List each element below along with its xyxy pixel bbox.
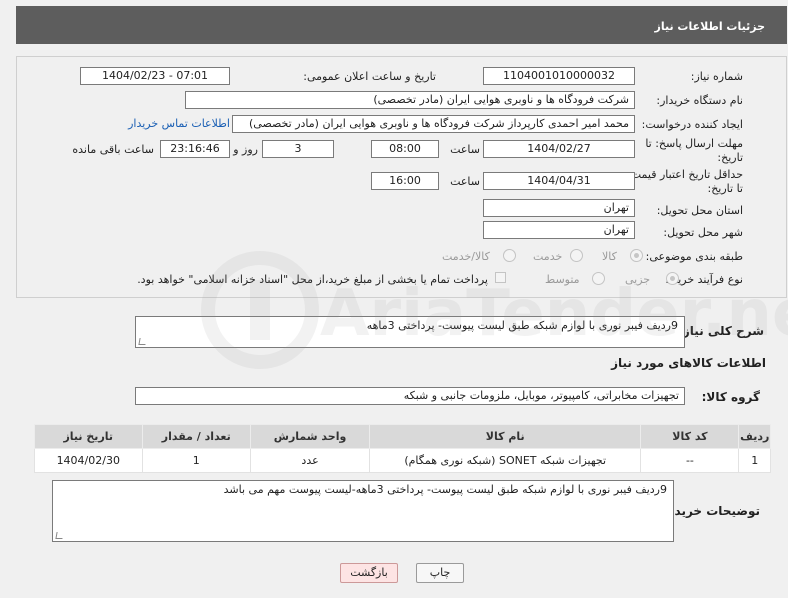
announce-label: تاریخ و ساعت اعلان عمومی: xyxy=(303,70,436,83)
category-label: طبقه بندی موضوعی: xyxy=(645,250,743,263)
col-qty: تعداد / مقدار xyxy=(141,424,252,449)
goods-group-label: گروه کالا: xyxy=(701,390,760,404)
validity-date-label: تا تاریخ: xyxy=(707,182,743,195)
table-header-row: ردیف کد کالا نام کالا واحد شمارش تعداد /… xyxy=(34,424,771,449)
summary-text: 9ردیف فیبر نوری با لوازم شبکه طبق لیست پ… xyxy=(366,319,678,332)
process-minor-label: جزیی xyxy=(625,273,651,286)
category-goods-service-radio[interactable] xyxy=(503,249,516,262)
province-label: استان محل تحویل: xyxy=(656,204,743,217)
province-field: تهران xyxy=(483,199,635,217)
deadline-time-label: ساعت xyxy=(450,143,480,156)
cell-code: -- xyxy=(640,448,740,473)
validity-label: حداقل تاریخ اعتبار قیمت: xyxy=(627,168,743,181)
print-button[interactable]: چاپ xyxy=(416,563,464,583)
page-header: جزئیات اطلاعات نیاز xyxy=(16,6,787,44)
resize-handle[interactable] xyxy=(138,338,147,345)
table-row: 1 -- تجهیزات شبکه SONET (شبکه نوری همگام… xyxy=(34,448,771,473)
treasury-checkbox[interactable] xyxy=(495,272,506,283)
deadline-label: مهلت ارسال پاسخ: تا xyxy=(645,137,743,150)
col-row: ردیف xyxy=(738,424,771,449)
buyer-org-field: شرکت فرودگاه ها و ناوبری هوایی ایران (ما… xyxy=(185,91,635,109)
summary-label: شرح کلی نیاز: xyxy=(678,324,764,338)
process-minor-radio[interactable] xyxy=(666,272,679,285)
validity-time-field: 16:00 xyxy=(371,172,439,190)
cell-row: 1 xyxy=(738,448,771,473)
days-field: 3 xyxy=(262,140,334,158)
cell-name: تجهیزات شبکه SONET (شبکه نوری همگام) xyxy=(369,448,642,473)
payment-note: پرداخت تمام یا بخشی از مبلغ خرید،از محل … xyxy=(137,273,488,286)
announce-field: 1404/02/23 - 07:01 xyxy=(80,67,230,85)
goods-group-field: تجهیزات مخابراتی، کامپیوتر، موبایل، ملزو… xyxy=(135,387,685,405)
col-name: نام کالا xyxy=(369,424,642,449)
category-goods-label: کالا xyxy=(602,250,617,263)
cell-date: 1404/02/30 xyxy=(34,448,143,473)
cell-unit: عدد xyxy=(250,448,371,473)
process-medium-label: متوسط xyxy=(545,273,580,286)
need-number-field: 1104001010000032 xyxy=(483,67,635,85)
goods-table: ردیف کد کالا نام کالا واحد شمارش تعداد /… xyxy=(34,424,771,473)
resize-handle[interactable] xyxy=(55,532,64,539)
deadline-time-field: 08:00 xyxy=(371,140,439,158)
creator-label: ایجاد کننده درخواست: xyxy=(641,118,743,131)
validity-time-label: ساعت xyxy=(450,175,480,188)
category-goods-radio[interactable] xyxy=(630,249,643,262)
city-field: تهران xyxy=(483,221,635,239)
days-label: روز و xyxy=(233,143,258,156)
validity-date-field: 1404/04/31 xyxy=(483,172,635,190)
process-medium-radio[interactable] xyxy=(592,272,605,285)
deadline-date-label: تاریخ: xyxy=(717,151,743,164)
back-button[interactable]: بازگشت xyxy=(340,563,398,583)
category-goods-service-label: کالا/خدمت xyxy=(442,250,490,263)
col-date: تاریخ نیاز xyxy=(34,424,143,449)
buyer-notes-textarea: 9ردیف فیبر نوری با لوازم شبکه طبق لیست پ… xyxy=(52,480,674,542)
category-service-radio[interactable] xyxy=(570,249,583,262)
page-title: جزئیات اطلاعات نیاز xyxy=(654,20,766,33)
cell-qty: 1 xyxy=(141,448,252,473)
summary-textarea: 9ردیف فیبر نوری با لوازم شبکه طبق لیست پ… xyxy=(135,316,685,348)
buyer-contact-link[interactable]: اطلاعات تماس خریدار xyxy=(128,117,230,130)
remaining-label: ساعت باقی مانده xyxy=(72,143,154,156)
buyer-notes-text: 9ردیف فیبر نوری با لوازم شبکه طبق لیست پ… xyxy=(223,483,667,496)
category-service-label: خدمت xyxy=(533,250,563,263)
deadline-date-field: 1404/02/27 xyxy=(483,140,635,158)
col-unit: واحد شمارش xyxy=(250,424,371,449)
remaining-time-field: 23:16:46 xyxy=(160,140,230,158)
creator-field: محمد امیر احمدی کارپرداز شرکت فرودگاه ها… xyxy=(232,115,635,133)
city-label: شهر محل تحویل: xyxy=(663,226,743,239)
buyer-org-label: نام دستگاه خریدار: xyxy=(656,94,743,107)
col-code: کد کالا xyxy=(640,424,740,449)
goods-section-title: اطلاعات کالاهای مورد نیاز xyxy=(611,356,766,370)
need-number-label: شماره نیاز: xyxy=(690,70,743,83)
